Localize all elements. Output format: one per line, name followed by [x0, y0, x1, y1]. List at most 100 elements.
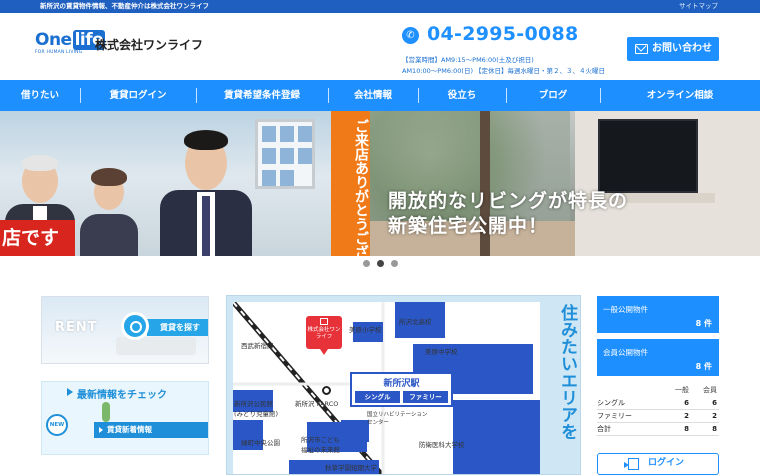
nav-item-company-info[interactable]: 会社情報 — [328, 80, 418, 111]
company-logo[interactable]: One life FOR HUMAN LIVING 株式会社ワンライフ — [35, 30, 205, 67]
map-label: 美原小学校 — [349, 326, 382, 334]
slider-dot[interactable] — [363, 260, 370, 267]
map-label: 所沢北高校 — [399, 318, 432, 326]
nav-item-preference-register[interactable]: 賃貸希望条件登録 — [196, 80, 328, 111]
rent-search-banner[interactable]: RENT 賃貸を探す — [41, 296, 209, 364]
login-button[interactable]: ログイン — [597, 453, 719, 475]
staff-tie — [202, 196, 210, 256]
nav-item-useful-info[interactable]: 役立ち — [418, 80, 506, 111]
map-canvas: 所沢北高校 美原小学校 美原中学校 西武新宿線 新所沢公民館 (みどり児童館) … — [233, 302, 540, 474]
rent-word: RENT — [55, 320, 98, 335]
nav-item-rental-login[interactable]: 賃貸ログイン — [80, 80, 196, 111]
family-tag[interactable]: ファミリー — [403, 391, 448, 403]
business-hours-weekday: 【営業時間】AM9:15～PM6:00(土及び祝日) — [402, 56, 534, 64]
map-label: 緑町中央公園 — [241, 439, 280, 447]
logo-subtitle: FOR HUMAN LIVING — [35, 50, 83, 55]
contact-button-label: お問い合わせ — [652, 43, 712, 54]
page: 新所沢の賃貸物件情報、不動産仲介は株式会社ワンライフ サイトマップ One lif… — [0, 0, 760, 475]
contact-button[interactable]: お問い合わせ — [627, 37, 719, 61]
station-box: 新所沢駅 シングル ファミリー — [350, 372, 453, 407]
hero-staff-photo: ご来店ありがとうございます☆ 店です — [0, 111, 380, 256]
mail-icon — [635, 44, 648, 54]
phone-icon: ✆ — [402, 27, 419, 44]
general-listings-label: 一般公開物件 — [603, 305, 648, 314]
window-poster — [262, 148, 276, 164]
header: One life FOR HUMAN LIVING 株式会社ワンライフ ✆ 04-… — [0, 13, 760, 80]
login-button-label: ログイン — [648, 458, 685, 468]
nav-item-blog[interactable]: ブログ — [506, 80, 600, 111]
staff-hair — [91, 168, 127, 186]
member-listings-label: 会員公開物件 — [603, 348, 648, 357]
map-label: 秋草学園短期大学 — [325, 464, 377, 472]
staff-person — [78, 168, 140, 256]
general-listings-box[interactable]: 一般公開物件 8 件 — [597, 296, 719, 333]
staff-person — [160, 126, 252, 256]
table-header: 一般 — [675, 386, 689, 394]
window-poster — [280, 170, 294, 186]
search-icon — [121, 312, 149, 340]
general-listings-count: 8 件 — [695, 319, 712, 328]
table-row: 合計 8 8 — [597, 423, 719, 436]
login-icon — [624, 458, 639, 470]
row-member-count: 8 — [712, 425, 717, 433]
store-sign-red: 店です — [0, 220, 75, 256]
main-nav: 借りたい 賃貸ログイン 賃貸希望条件登録 会社情報 役立ち ブログ オンライン相… — [0, 80, 760, 111]
staff-hair — [184, 130, 228, 150]
new-badge: NEW — [46, 414, 68, 436]
map-side-text: 住みたいエリアを — [557, 304, 577, 440]
map-label: 防衛医科大学校 — [419, 441, 465, 449]
slider-dot[interactable] — [391, 260, 398, 267]
single-tag[interactable]: シングル — [355, 391, 400, 403]
map-label: 所沢市こども 福祉の未来館 — [301, 436, 340, 454]
hero-caption-line1: 開放的なリビングが特長の — [388, 190, 629, 212]
phone-block: ✆ 04-2995-0088 【営業時間】AM9:15～PM6:00(土及び祝日… — [400, 23, 630, 78]
table-header: 会員 — [703, 386, 717, 394]
staff-hair — [22, 155, 58, 171]
new-rentals-link: 賃貸新着情報 — [94, 422, 208, 438]
map-area-block — [341, 420, 369, 442]
house-icon — [320, 318, 328, 325]
area-map[interactable]: 所沢北高校 美原小学校 美原中学校 西武新宿線 新所沢公民館 (みどり児童館) … — [226, 295, 581, 475]
window-poster — [298, 126, 312, 142]
map-label: 新所沢 PARCO — [295, 400, 339, 408]
sofa-illustration — [116, 337, 196, 355]
window-poster — [280, 148, 294, 164]
map-label: 新所沢公民館 (みどり児童館) — [234, 400, 279, 418]
nav-item-rent[interactable]: 借りたい — [0, 80, 80, 111]
table-header-row: 一般 会員 — [597, 384, 719, 397]
window-poster — [262, 126, 276, 142]
staff-jacket — [80, 214, 138, 256]
news-title: 最新情報をチェック — [67, 386, 167, 401]
plant-illustration — [102, 402, 110, 422]
phone-number[interactable]: 04-2995-0088 — [427, 23, 579, 45]
news-banner[interactable]: 最新情報をチェック NEW 賃貸新着情報 — [41, 381, 209, 455]
company-name: 株式会社ワンライフ — [95, 38, 204, 52]
nav-item-online-consult[interactable]: オンライン相談 — [600, 80, 760, 111]
hero-slider[interactable]: ご来店ありがとうございます☆ 店です — [0, 111, 760, 256]
row-label: シングル — [597, 399, 625, 407]
row-general-count: 8 — [684, 425, 689, 433]
map-label: 美原中学校 — [425, 348, 458, 356]
station-name: 新所沢駅 — [383, 379, 420, 389]
table-row: ファミリー 2 2 — [597, 410, 719, 423]
listing-table: 一般 会員 シングル 6 6 ファミリー 2 2 合計 8 8 — [597, 384, 719, 436]
row-label: ファミリー — [597, 412, 632, 420]
company-map-pin[interactable]: 株式会社ワンライフ — [306, 316, 342, 355]
member-listings-box[interactable]: 会員公開物件 8 件 — [597, 339, 719, 376]
business-hours-sunday: AM10:00～PM6:00(日) 【定休日】毎週水曜日・第２、３、４火曜日 — [402, 67, 606, 75]
hero-caption-line2: 新築住宅公開中！ — [388, 215, 549, 237]
listing-stats: 一般公開物件 8 件 会員公開物件 8 件 一般 会員 シングル 6 6 ファミ… — [597, 296, 719, 475]
slider-dot-active[interactable] — [377, 260, 384, 267]
member-listings-count: 8 件 — [695, 362, 712, 371]
row-general-count: 2 — [684, 412, 689, 420]
row-member-count: 2 — [712, 412, 717, 420]
map-label: 国立リハビリテーション センター — [367, 412, 428, 426]
station-marker — [322, 386, 331, 395]
slider-dots — [358, 260, 406, 268]
table-row: シングル 6 6 — [597, 397, 719, 410]
map-label: 西武新宿線 — [241, 342, 274, 350]
sitemap-link[interactable]: サイトマップ — [679, 0, 718, 13]
television — [598, 119, 698, 193]
logo-one-text: One — [35, 30, 72, 50]
shop-window — [255, 119, 315, 189]
